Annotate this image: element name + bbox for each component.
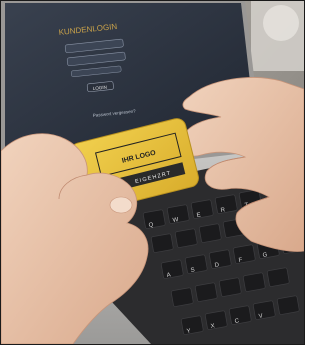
key[interactable] xyxy=(194,282,218,302)
key[interactable] xyxy=(208,249,232,269)
key[interactable] xyxy=(142,209,166,229)
key[interactable] xyxy=(174,228,198,248)
key[interactable] xyxy=(276,295,300,315)
key[interactable] xyxy=(218,277,242,297)
key[interactable] xyxy=(214,194,238,214)
key[interactable] xyxy=(170,287,194,307)
key[interactable] xyxy=(232,244,256,264)
key[interactable] xyxy=(190,199,214,219)
key[interactable] xyxy=(198,223,222,243)
key[interactable] xyxy=(204,310,228,330)
background-object xyxy=(263,5,299,41)
photo-scene: KUNDENLOGIN LOGIN Passwort vergessen? Q … xyxy=(1,1,304,344)
thumbnail xyxy=(109,196,133,214)
key[interactable] xyxy=(252,300,276,320)
key[interactable] xyxy=(184,254,208,274)
key[interactable] xyxy=(228,305,252,325)
key[interactable] xyxy=(242,272,266,292)
key[interactable] xyxy=(150,233,174,253)
key[interactable] xyxy=(160,259,184,279)
key[interactable] xyxy=(180,315,204,335)
photo-frame: KUNDENLOGIN LOGIN Passwort vergessen? Q … xyxy=(0,0,305,345)
key[interactable] xyxy=(266,267,290,287)
